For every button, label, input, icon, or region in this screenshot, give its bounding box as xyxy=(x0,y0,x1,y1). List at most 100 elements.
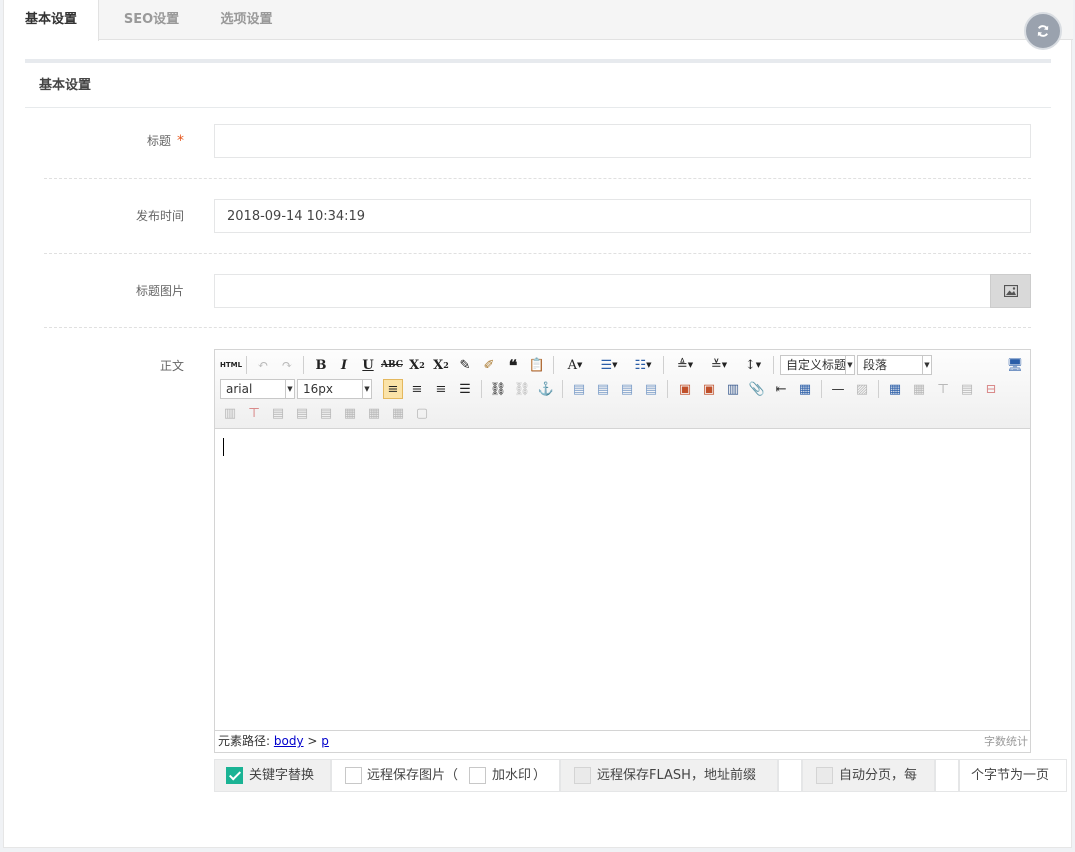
image-float-none-icon[interactable]: ▤ xyxy=(569,379,589,399)
keyword-replace-option[interactable]: 关键字替换 xyxy=(214,759,331,792)
page-size-input[interactable] xyxy=(935,759,959,792)
unlink-icon[interactable]: ⛓ xyxy=(512,379,532,399)
html-source-button[interactable]: HTML xyxy=(220,355,242,375)
font-family-select[interactable]: arial ▼ xyxy=(220,379,295,399)
toolbar-separator xyxy=(667,380,668,398)
paragraph-spacing-top-icon[interactable]: ≜ ▼ xyxy=(671,355,699,375)
image-upload-button[interactable] xyxy=(990,274,1031,308)
editor-toolbar: HTML ↶ ↷ B I U ABC X2 X2 ✎ ✐ ❝ 📋 A ▼ ☰ ▼ ☷… xyxy=(215,350,1030,429)
paste-word-icon[interactable]: ▨ xyxy=(852,379,872,399)
toolbar-separator xyxy=(246,356,247,374)
watermark-checkbox[interactable] xyxy=(469,767,486,784)
align-right-icon[interactable]: ≡ xyxy=(431,379,451,399)
horizontal-rule-icon[interactable]: — xyxy=(828,379,848,399)
element-path-label: 元素路径: xyxy=(218,734,271,748)
insert-table-icon[interactable]: ▦ xyxy=(885,379,905,399)
refresh-icon xyxy=(1037,25,1049,37)
bold-icon[interactable]: B xyxy=(311,355,331,375)
watermark-label: 加水印 xyxy=(492,768,532,783)
titleimg-label: 标题图片 xyxy=(135,284,184,298)
underline-icon[interactable]: U xyxy=(358,355,378,375)
unordered-list-icon[interactable]: ☷ ▼ xyxy=(629,355,657,375)
form-row-pubtime: 发布时间 xyxy=(44,179,1031,254)
ordered-list-icon[interactable]: ☰ ▼ xyxy=(595,355,623,375)
line-height-icon[interactable]: ↕ ▼ xyxy=(739,355,767,375)
align-left-icon[interactable]: ≡ xyxy=(383,379,403,399)
remote-save-image-checkbox[interactable] xyxy=(345,767,362,784)
delete-col-icon[interactable]: ⊤ xyxy=(244,403,264,423)
insert-row-icon[interactable]: ▤ xyxy=(957,379,977,399)
insert-image-icon[interactable]: ▣ xyxy=(675,379,695,399)
pubtime-input[interactable] xyxy=(214,199,1031,233)
font-color-icon[interactable]: A ▼ xyxy=(561,355,589,375)
paragraph-format-value: 段落 xyxy=(863,358,888,372)
paragraph-format-select[interactable]: 段落 ▼ xyxy=(857,355,932,375)
toolbar-separator xyxy=(481,380,482,398)
delete-row-icon[interactable]: ⊟ xyxy=(981,379,1001,399)
insert-col-icon[interactable]: ▥ xyxy=(220,403,240,423)
image-icon xyxy=(1003,285,1018,297)
fullscreen-icon[interactable]: 🖥 xyxy=(1005,355,1025,375)
toolbar-separator xyxy=(821,380,822,398)
subscript-icon[interactable]: X2 xyxy=(431,355,451,375)
editor-content-area[interactable] xyxy=(215,429,1030,730)
toolbar-separator xyxy=(878,380,879,398)
form-row-titleimg: 标题图片 xyxy=(44,254,1031,328)
merge-cells-icon[interactable]: ▤ xyxy=(268,403,288,423)
image-center-icon[interactable]: ▤ xyxy=(641,379,661,399)
paste-text-icon[interactable]: 📋 xyxy=(527,355,547,375)
tab-bar: 基本设置 SEO设置 选项设置 xyxy=(4,0,1073,41)
multi-image-icon[interactable]: ▣ xyxy=(699,379,719,399)
page: 基本设置 SEO设置 选项设置 基本设置 标题* 发布时间 标题图片 xyxy=(3,0,1073,848)
format-painter-icon[interactable]: ✐ xyxy=(479,355,499,375)
page-break-icon[interactable]: ⇤ xyxy=(771,379,791,399)
keyword-replace-checkbox[interactable] xyxy=(226,767,243,784)
blockquote-icon[interactable]: ❝ xyxy=(503,355,523,375)
align-justify-icon[interactable]: ☰ xyxy=(455,379,475,399)
pubtime-label: 发布时间 xyxy=(135,209,184,223)
auto-page-option[interactable]: 自动分页，每 xyxy=(802,759,935,792)
undo-icon[interactable]: ↶ xyxy=(253,355,273,375)
auto-page-checkbox[interactable] xyxy=(816,767,833,784)
tab-seo-settings[interactable]: SEO设置 xyxy=(104,0,199,40)
form-row-title: 标题 * xyxy=(44,108,1031,179)
tab-option-settings[interactable]: 选项设置 xyxy=(199,0,294,40)
title-input[interactable] xyxy=(214,124,1031,158)
paragraph-spacing-bottom-icon[interactable]: ≚ ▼ xyxy=(705,355,733,375)
anchor-icon[interactable]: ⚓ xyxy=(536,379,556,399)
remote-save-image-option[interactable]: 远程保存图片（ 加水印 ） xyxy=(331,759,560,792)
strikethrough-icon[interactable]: ABC xyxy=(381,355,403,375)
remote-save-flash-option[interactable]: 远程保存FLASH，地址前缀 xyxy=(560,759,778,792)
element-path-body-link[interactable]: body xyxy=(274,734,304,748)
link-icon[interactable]: ⛓ xyxy=(488,379,508,399)
flash-prefix-input[interactable] xyxy=(778,759,802,792)
merge-down-icon[interactable]: ▤ xyxy=(316,403,336,423)
italic-icon[interactable]: I xyxy=(334,355,354,375)
remote-save-flash-checkbox[interactable] xyxy=(574,767,591,784)
redo-icon[interactable]: ↷ xyxy=(277,355,297,375)
align-center-icon[interactable]: ≡ xyxy=(407,379,427,399)
image-float-right-icon[interactable]: ▤ xyxy=(617,379,637,399)
superscript-icon[interactable]: X2 xyxy=(407,355,427,375)
insert-video-icon[interactable]: ▥ xyxy=(723,379,743,399)
table-properties-icon[interactable]: ▢ xyxy=(412,403,432,423)
merge-right-icon[interactable]: ▤ xyxy=(292,403,312,423)
element-path-p-link[interactable]: p xyxy=(321,734,329,748)
image-float-left-icon[interactable]: ▤ xyxy=(593,379,613,399)
title-label: 标题 * xyxy=(146,133,184,149)
delete-table-icon[interactable]: ▦ xyxy=(909,379,929,399)
split-cols-icon[interactable]: ▦ xyxy=(388,403,408,423)
template-icon[interactable]: ▦ xyxy=(795,379,815,399)
titleimg-input[interactable] xyxy=(214,274,991,308)
custom-heading-select[interactable]: 自定义标题 ▼ xyxy=(780,355,855,375)
word-count: 字数统计 xyxy=(984,735,1028,748)
text-caret xyxy=(223,438,224,456)
split-rows-icon[interactable]: ▦ xyxy=(364,403,384,423)
eraser-icon[interactable]: ✎ xyxy=(455,355,475,375)
insert-paragraph-before-table-icon[interactable]: ⊤ xyxy=(933,379,953,399)
refresh-button[interactable] xyxy=(1024,12,1062,50)
attachment-icon[interactable]: 📎 xyxy=(747,379,767,399)
split-cells-icon[interactable]: ▦ xyxy=(340,403,360,423)
tab-basic-settings[interactable]: 基本设置 xyxy=(4,0,99,41)
font-size-select[interactable]: 16px ▼ xyxy=(297,379,372,399)
